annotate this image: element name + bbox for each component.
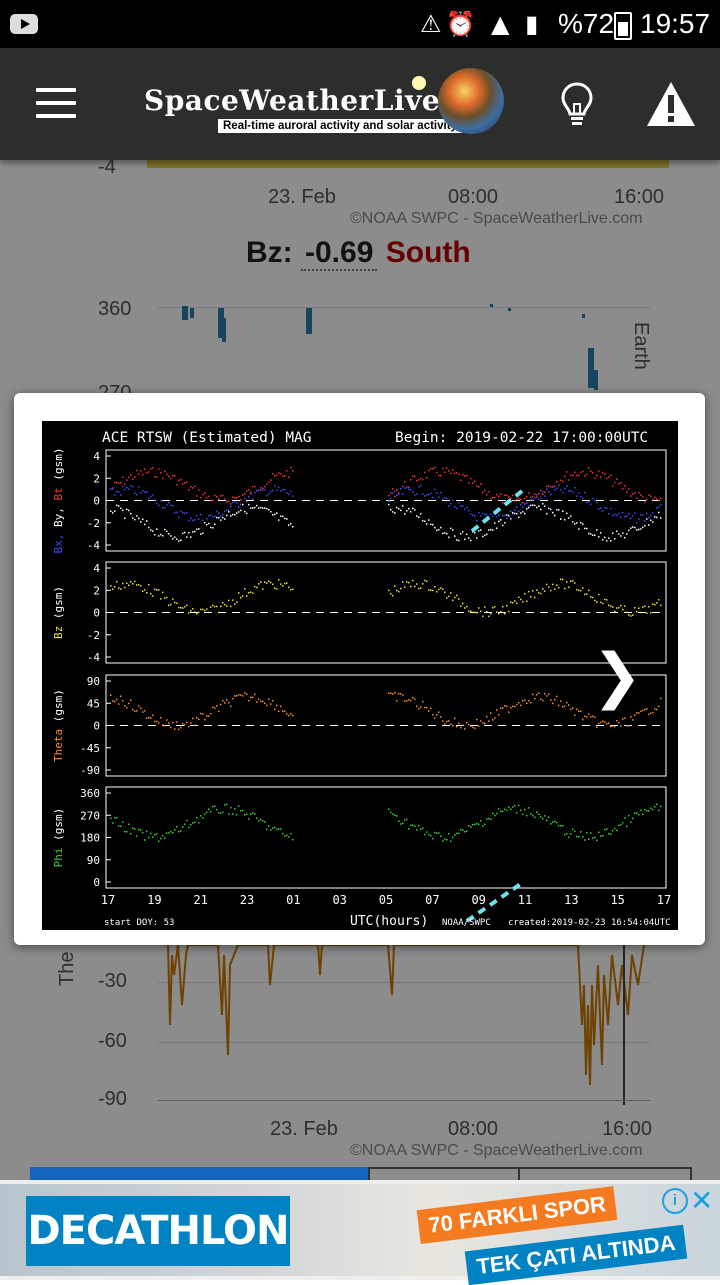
x-tick-label: 05 <box>379 893 393 907</box>
image-lightbox: ACE RTSW (Estimated) MAG Begin: 2019-02-… <box>14 393 705 945</box>
ace-mag-plot: ACE RTSW (Estimated) MAG Begin: 2019-02-… <box>42 421 678 930</box>
x-tick-label: 09 <box>471 893 485 907</box>
y-tick-label: 0 <box>93 876 100 889</box>
status-bar: ⚠⏰ ▲ ▮ %72 19:57 <box>0 0 720 48</box>
y-tick-label: 90 <box>87 675 100 688</box>
y-tick-label: 2 <box>93 584 100 597</box>
data-trace <box>110 578 662 618</box>
panel-y-label: Bx, By, Bt (gsm) <box>52 448 65 554</box>
logo-globe-icon <box>438 68 504 134</box>
x-tick-label: 17 <box>657 893 671 907</box>
panel-y-label: Theta (gsm) <box>52 689 65 762</box>
next-image-arrow-icon[interactable]: ❯ <box>592 641 642 711</box>
battery-percentage: %72 <box>558 8 615 39</box>
youtube-notification-icon <box>10 14 38 34</box>
lightbulb-icon[interactable] <box>560 82 594 128</box>
x-tick-label: 03 <box>332 893 346 907</box>
plot-begin-time: Begin: 2019-02-22 17:00:00UTC <box>395 430 648 446</box>
x-tick-label: 13 <box>564 893 578 907</box>
y-tick-label: 0 <box>93 720 100 733</box>
x-tick-label: 07 <box>425 893 439 907</box>
x-tick-label: 15 <box>610 893 624 907</box>
status-icons: ⚠⏰ ▲ ▮ <box>420 10 543 38</box>
y-tick-label: -2 <box>87 517 100 530</box>
x-axis-label: UTC(hours) <box>350 914 428 929</box>
y-tick-label: 90 <box>87 854 100 867</box>
app-bar: SpaceWeatherLive Real-time auroral activ… <box>0 48 720 160</box>
ad-close-icon[interactable]: ✕ <box>690 1184 713 1217</box>
data-trace <box>110 803 662 842</box>
app-tagline: Real-time auroral activity and solar act… <box>218 119 462 133</box>
app-logo[interactable]: SpaceWeatherLive <box>144 84 440 117</box>
clock: 19:57 <box>640 8 711 39</box>
x-tick-label: 23 <box>240 893 254 907</box>
ad-brand-logo[interactable]: DECATHLON <box>26 1196 290 1266</box>
data-trace <box>110 484 662 524</box>
y-tick-label: -45 <box>80 742 100 755</box>
y-tick-label: 0 <box>93 495 100 508</box>
x-tick-label: 01 <box>286 893 300 907</box>
y-tick-label: 0 <box>93 607 100 620</box>
data-trace <box>110 502 662 542</box>
y-tick-label: -2 <box>87 629 100 642</box>
x-tick-label: 17 <box>101 893 115 907</box>
y-tick-label: 180 <box>80 832 100 845</box>
plot-title: ACE RTSW (Estimated) MAG <box>102 430 312 446</box>
y-tick-label: -90 <box>80 764 100 777</box>
x-tick-label: 11 <box>518 893 532 907</box>
data-trace <box>110 691 662 731</box>
x-tick-label: 19 <box>147 893 161 907</box>
y-tick-label: 4 <box>93 450 100 463</box>
created-label: created:2019-02-23 16:54:04UTC <box>508 918 671 928</box>
y-tick-label: -4 <box>87 539 101 552</box>
y-tick-label: 45 <box>87 697 100 710</box>
source-label: NOAA/SWPC <box>442 918 491 928</box>
y-tick-label: 270 <box>80 809 100 822</box>
data-trace <box>110 466 662 505</box>
battery-icon <box>614 12 632 40</box>
x-tick-label: 21 <box>193 893 207 907</box>
alert-warning-icon[interactable] <box>646 80 696 128</box>
y-tick-label: 4 <box>93 562 100 575</box>
ad-info-icon[interactable]: i <box>662 1188 688 1214</box>
y-tick-label: 360 <box>80 787 100 800</box>
panel-y-label: Phi (gsm) <box>52 808 65 868</box>
y-tick-label: -4 <box>87 651 101 664</box>
y-tick-label: 2 <box>93 472 100 485</box>
panel-y-label: Bz (gsm) <box>52 586 65 639</box>
marker-lines <box>465 489 524 923</box>
menu-icon[interactable] <box>36 88 76 118</box>
ad-banner[interactable]: DECATHLON 70 FARKLI SPOR TEK ÇATI ALTIND… <box>0 1180 720 1285</box>
start-doy: start DOY: 53 <box>104 918 174 928</box>
